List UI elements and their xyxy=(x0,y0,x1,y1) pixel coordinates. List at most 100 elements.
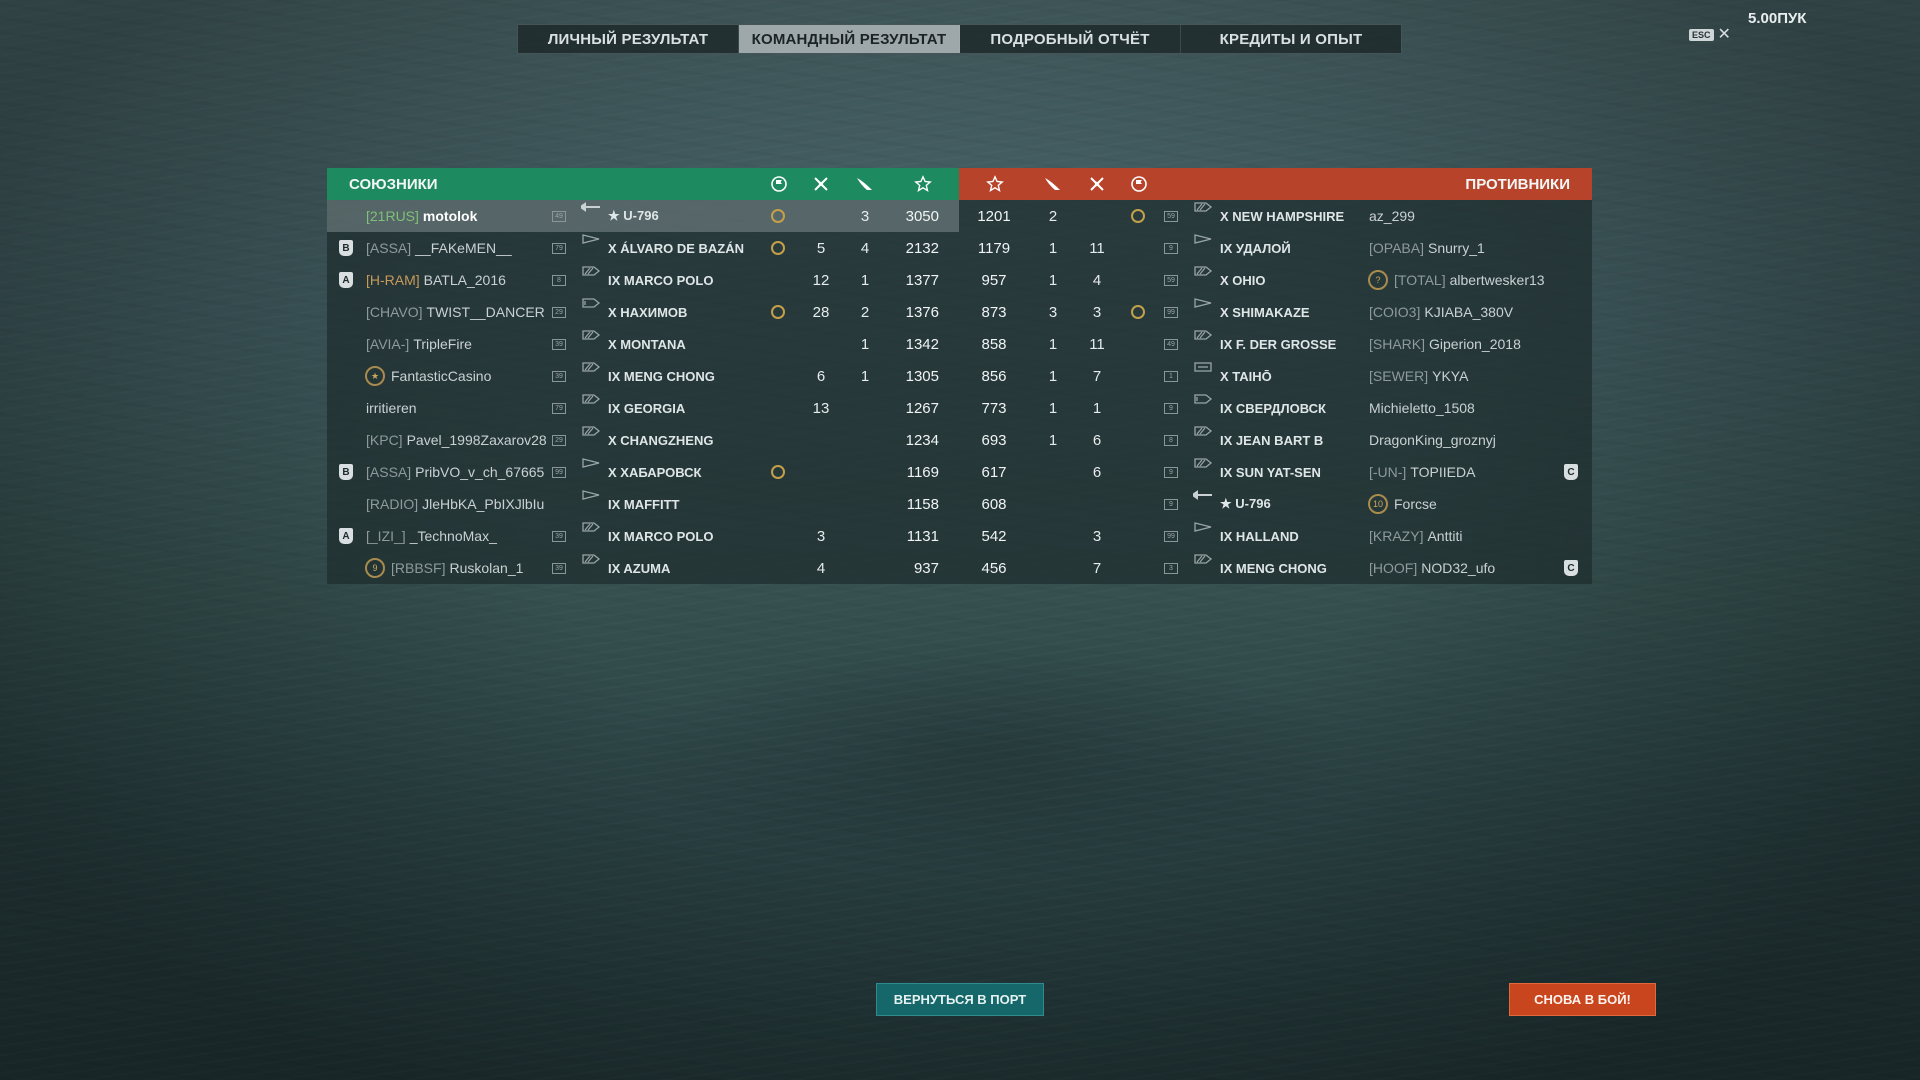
account-level: 59 xyxy=(1164,264,1178,296)
table-row[interactable]: [AVIA-] TripleFire 39 X MONTANA 1 1342 xyxy=(327,328,959,360)
table-row[interactable]: 456 7 3 IX MENG CHONG [HOOF] NOD32_ufo C xyxy=(959,552,1592,584)
allies-list: [21RUS] motolok 49 ★ U-796 3 3050 B [ASSA] __FAK… xyxy=(327,200,959,584)
planes-destroyed: 1 xyxy=(1048,399,1058,417)
table-row[interactable]: 693 1 6 8 IX JEAN BART B DragonKing_groznyj xyxy=(959,424,1592,456)
clan-tag: [-UN-] xyxy=(1369,464,1407,480)
base-xp: 617 xyxy=(981,463,1007,481)
ship-class-icon xyxy=(1193,424,1213,438)
player-nickname: NOD32_ufo xyxy=(1421,560,1496,576)
table-row[interactable]: ★ FantasticCasino 39 IX MENG CHONG 6 1 1305 xyxy=(327,360,959,392)
table-row[interactable]: [CHAVO] TWIST__DANCER 29 X НАХИМОВ 28 2 1376 xyxy=(327,296,959,328)
player-name[interactable]: [AVIA-] TripleFire xyxy=(366,328,472,360)
player-name[interactable]: [H-RAM] BATLA_2016 xyxy=(366,264,506,296)
rank-medal-icon: ? xyxy=(1368,264,1388,296)
player-name[interactable]: Forcse xyxy=(1394,488,1437,520)
clan-tag: [OPABA] xyxy=(1369,240,1424,256)
table-row[interactable]: [KPC] Pavel_1998Zaxarov28 29 X CHANGZHENG 12… xyxy=(327,424,959,456)
table-row[interactable]: 9 [RBBSF] Ruskolan_1 39 IX AZUMA 4 937 xyxy=(327,552,959,584)
planes-destroyed: 1 xyxy=(1048,367,1058,385)
player-name[interactable]: [SEWER] YKYA xyxy=(1369,360,1468,392)
player-name[interactable]: [21RUS] motolok xyxy=(366,200,477,232)
player-name[interactable]: [COIO3] KJIABA_380V xyxy=(1369,296,1513,328)
player-name[interactable]: FantasticCasino xyxy=(391,360,491,392)
table-row[interactable]: 608 9 ★ U-796 10 Forcse xyxy=(959,488,1592,520)
account-level-value: 99 xyxy=(552,466,566,478)
table-row[interactable]: 856 1 7 1 X TAIHŌ [SEWER] YKYA xyxy=(959,360,1592,392)
ships-destroyed: 11 xyxy=(1089,335,1105,353)
player-name[interactable]: [TOTAL] albertwesker13 xyxy=(1394,264,1545,296)
player-name[interactable]: [ASSA] __FAKeMEN__ xyxy=(366,232,512,264)
account-level-value: 39 xyxy=(552,530,566,542)
enemies-title: ПРОТИВНИКИ xyxy=(1465,175,1570,193)
table-row[interactable]: 617 6 9 IX SUN YAT-SEN [-UN-] TOPIIEDA C xyxy=(959,456,1592,488)
ships-destroyed xyxy=(801,328,841,360)
enemies-header: ПРОТИВНИКИ xyxy=(959,168,1592,200)
tab-credits-xp[interactable]: КРЕДИТЫ И ОПЫТ xyxy=(1181,25,1401,53)
allies-panel: СОЮЗНИКИ [21RUS] motolok 49 ★ U-796 3 3050 B [A… xyxy=(327,168,959,584)
tab-team[interactable]: КОМАНДНЫЙ РЕЗУЛЬТАТ xyxy=(739,25,960,53)
enemies-list: 1201 2 59 X NEW HAMPSHIRE az_299 1179 1 11 9 IX У… xyxy=(959,200,1592,584)
table-row[interactable]: 957 1 4 59 X OHIO? [TOTAL] albertwesker13 xyxy=(959,264,1592,296)
account-level: 9 xyxy=(1164,232,1178,264)
close-button[interactable]: ESC ✕ xyxy=(1689,27,1731,43)
player-name[interactable]: [OPABA] Snurry_1 xyxy=(1369,232,1485,264)
ship-name: IX JEAN BART B xyxy=(1220,432,1324,448)
table-row[interactable]: A [H-RAM] BATLA_2016 8 IX MARCO POLO 12 1 1377 xyxy=(327,264,959,296)
player-name[interactable]: [KPC] Pavel_1998Zaxarov28 xyxy=(366,424,547,456)
plane-icon xyxy=(845,168,885,200)
account-level: 9 xyxy=(1164,392,1178,424)
table-row[interactable]: [RADIO] JleHbKA_PbIXJlbIu IX MAFFITT 1158 xyxy=(327,488,959,520)
tab-personal[interactable]: ЛИЧНЫЙ РЕЗУЛЬТАТ xyxy=(518,25,739,53)
tab-detailed-report[interactable]: ПОДРОБНЫЙ ОТЧЁТ xyxy=(960,25,1181,53)
planes-destroyed: 4 xyxy=(860,239,870,257)
player-name[interactable]: [RADIO] JleHbKA_PbIXJlbIu xyxy=(366,488,544,520)
ship-class-icon xyxy=(581,552,601,566)
player-name[interactable]: Michieletto_1508 xyxy=(1369,392,1475,424)
player-nickname: _TechnoMax_ xyxy=(409,528,497,544)
account-level-value: 79 xyxy=(552,402,566,414)
table-row[interactable]: B [ASSA] __FAKeMEN__ 79 X ÁLVARO DE BAZÁN 5 4 2… xyxy=(327,232,959,264)
base-xp: 856 xyxy=(981,367,1007,385)
player-name[interactable]: [SHARK] Giperion_2018 xyxy=(1369,328,1521,360)
battle-again-button[interactable]: СНОВА В БОЙ! xyxy=(1509,983,1656,1016)
ship-class-icon xyxy=(581,424,601,438)
base-xp: 3050 xyxy=(905,207,939,225)
table-row[interactable]: B [ASSA] PribVO_v_ch_67665 99 X ХАБАРОВСК 116… xyxy=(327,456,959,488)
player-name[interactable]: [_IZI_] _TechnoMax_ xyxy=(366,520,497,552)
player-name[interactable]: [-UN-] TOPIIEDA xyxy=(1369,456,1475,488)
table-row[interactable]: [21RUS] motolok 49 ★ U-796 3 3050 xyxy=(327,200,959,232)
account-level: 99 xyxy=(1164,296,1178,328)
player-name[interactable]: [KRAZY] Anttiti xyxy=(1369,520,1462,552)
table-row[interactable]: 1179 1 11 9 IX УДАЛОЙ [OPABA] Snurry_1 xyxy=(959,232,1592,264)
close-icon[interactable]: ✕ xyxy=(1718,27,1731,43)
account-level: 39 xyxy=(552,520,566,552)
player-name[interactable]: irritieren xyxy=(366,392,417,424)
planes-destroyed: 1 xyxy=(1048,335,1058,353)
table-row[interactable]: 1201 2 59 X NEW HAMPSHIRE az_299 xyxy=(959,200,1592,232)
ship-name: IX AZUMA xyxy=(608,560,671,576)
table-row[interactable]: A [_IZI_] _TechnoMax_ 39 IX MARCO POLO 3 1131 xyxy=(327,520,959,552)
player-nickname: __FAKeMEN__ xyxy=(415,240,512,256)
planes-destroyed xyxy=(845,456,885,488)
ship-name: IX MENG CHONG xyxy=(1220,560,1327,576)
ships-destroyed: 13 xyxy=(812,399,830,417)
player-nickname: Anttiti xyxy=(1427,528,1463,544)
account-level-value: 3 xyxy=(1164,562,1178,574)
player-nickname: TWIST__DANCER xyxy=(426,304,545,320)
player-name[interactable]: [HOOF] NOD32_ufo xyxy=(1369,552,1495,584)
table-row[interactable]: 542 3 99 IX HALLAND [KRAZY] Anttiti xyxy=(959,520,1592,552)
table-row[interactable]: 873 3 3 99 X SHIMAKAZE [COIO3] KJIABA_380V xyxy=(959,296,1592,328)
return-to-port-button[interactable]: ВЕРНУТЬСЯ В ПОРТ xyxy=(876,983,1044,1016)
player-name[interactable]: az_299 xyxy=(1369,200,1415,232)
player-name[interactable]: [RBBSF] Ruskolan_1 xyxy=(391,552,523,584)
player-name[interactable]: DragonKing_groznyj xyxy=(1369,424,1496,456)
player-name[interactable]: [ASSA] PribVO_v_ch_67665 xyxy=(366,456,544,488)
ship-class-icon xyxy=(581,456,601,470)
table-row[interactable]: 858 1 11 49 IX F. DER GROSSE [SHARK] Giperion_… xyxy=(959,328,1592,360)
ships-destroyed: 5 xyxy=(816,239,826,257)
ships-destroyed: 28 xyxy=(812,303,830,321)
table-row[interactable]: 773 1 1 9 IX СВЕРДЛОВСК Michieletto_1508 xyxy=(959,392,1592,424)
player-name[interactable]: [CHAVO] TWIST__DANCER xyxy=(366,296,545,328)
table-row[interactable]: irritieren 79 IX GEORGIA 13 1267 xyxy=(327,392,959,424)
planes-destroyed xyxy=(845,392,885,424)
